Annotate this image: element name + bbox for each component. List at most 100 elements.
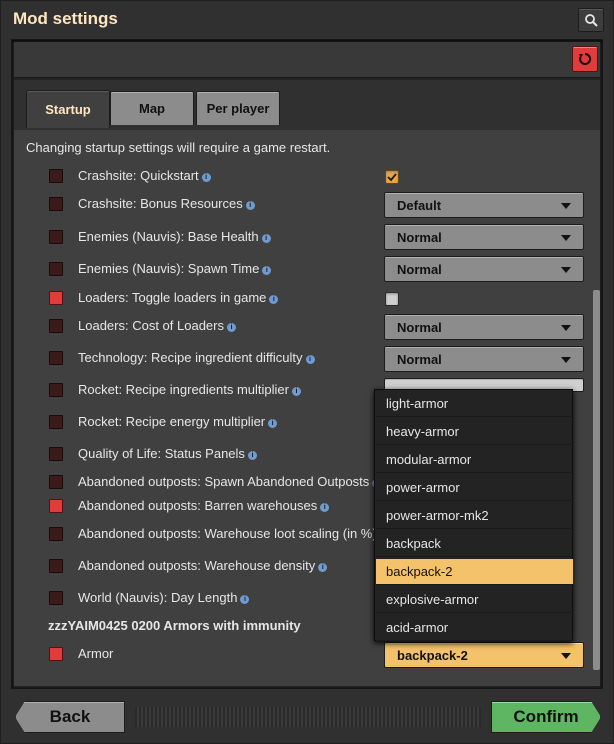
option-acid-armor[interactable]: acid-armor bbox=[376, 615, 573, 641]
mod-icon bbox=[49, 559, 63, 573]
info-icon: i bbox=[201, 173, 211, 182]
setting-label: Enemies (Nauvis): Spawn Time bbox=[78, 261, 260, 276]
dropdown-base-health[interactable]: Normal bbox=[384, 224, 584, 250]
mod-icon bbox=[49, 230, 63, 244]
info-icon: i bbox=[262, 266, 272, 275]
chevron-down-icon bbox=[561, 325, 571, 331]
mod-icon bbox=[49, 591, 63, 605]
tab-per-player[interactable]: Per player bbox=[196, 91, 280, 125]
reset-button[interactable] bbox=[572, 46, 598, 72]
option-power-armor-mk2[interactable]: power-armor-mk2 bbox=[376, 503, 573, 529]
chevron-down-icon bbox=[561, 357, 571, 363]
setting-row-armor: Armor backpack-2 bbox=[24, 640, 592, 668]
option-power-armor[interactable]: power-armor bbox=[376, 475, 573, 501]
option-heavy-armor[interactable]: heavy-armor bbox=[376, 419, 573, 445]
tab-strip: Startup Map Per player bbox=[14, 80, 600, 130]
mod-icon bbox=[49, 262, 63, 276]
dropdown-armor[interactable]: backpack-2 bbox=[384, 642, 584, 668]
dropdown-value: Default bbox=[397, 197, 442, 213]
tab-map[interactable]: Map bbox=[110, 91, 194, 125]
mod-icon bbox=[49, 197, 63, 211]
setting-row: Enemies (Nauvis): Base Health i Normal bbox=[24, 222, 592, 250]
option-light-armor[interactable]: light-armor bbox=[376, 391, 573, 417]
mod-icon bbox=[49, 169, 63, 183]
chevron-down-icon bbox=[561, 653, 571, 659]
dropdown-value: Normal bbox=[397, 319, 442, 335]
setting-label: Armor bbox=[78, 646, 114, 661]
checkbox-toggle-loaders[interactable] bbox=[385, 292, 399, 306]
setting-label: Crashsite: Quickstart bbox=[78, 168, 199, 183]
restart-notice: Changing startup settings will require a… bbox=[26, 140, 331, 155]
setting-label: Abandoned outposts: Barren warehouses bbox=[78, 498, 318, 513]
setting-label: Abandoned outposts: Spawn Abandoned Outp… bbox=[78, 474, 370, 489]
setting-row: Crashsite: Bonus Resources i Default bbox=[24, 190, 592, 218]
tab-startup[interactable]: Startup bbox=[26, 90, 110, 128]
option-backpack-2[interactable]: backpack-2 bbox=[376, 559, 573, 585]
info-icon: i bbox=[240, 595, 250, 604]
dropdown-value: Normal bbox=[397, 229, 442, 245]
search-button[interactable] bbox=[578, 8, 604, 32]
mod-icon bbox=[49, 647, 63, 661]
dropdown-options-list[interactable]: light-armor heavy-armor modular-armor po… bbox=[374, 389, 573, 641]
confirm-button[interactable]: Confirm bbox=[491, 701, 601, 733]
dropdown-recipe-difficulty[interactable]: Normal bbox=[384, 346, 584, 372]
info-icon: i bbox=[291, 387, 301, 396]
mod-icon bbox=[49, 475, 63, 489]
setting-row: Loaders: Cost of Loaders i Normal bbox=[24, 310, 592, 340]
setting-label: Loaders: Cost of Loaders bbox=[78, 318, 224, 333]
info-icon: i bbox=[247, 451, 257, 460]
info-icon: i bbox=[226, 323, 236, 332]
info-icon: i bbox=[318, 563, 328, 572]
info-icon: i bbox=[305, 355, 315, 364]
setting-label: Crashsite: Bonus Resources bbox=[78, 196, 243, 211]
setting-label: Rocket: Recipe ingredients multiplier bbox=[78, 382, 289, 397]
setting-row: Crashsite: Quickstart i bbox=[24, 162, 592, 190]
dropdown-value: Normal bbox=[397, 261, 442, 277]
chevron-down-icon bbox=[561, 235, 571, 241]
setting-label: Loaders: Toggle loaders in game bbox=[78, 290, 267, 305]
bottom-bar: Back Confirm bbox=[11, 699, 603, 735]
dropdown-value: backpack-2 bbox=[397, 647, 468, 663]
mod-icon bbox=[49, 351, 63, 365]
scrollbar-thumb[interactable] bbox=[593, 290, 600, 670]
mod-icon bbox=[49, 447, 63, 461]
option-explosive-armor[interactable]: explosive-armor bbox=[376, 587, 573, 613]
checkbox-quickstart[interactable] bbox=[385, 170, 399, 184]
back-button[interactable]: Back bbox=[15, 701, 125, 733]
titlebar[interactable]: Mod settings bbox=[1, 1, 613, 39]
setting-label: Technology: Recipe ingredient difficulty bbox=[78, 350, 303, 365]
info-icon: i bbox=[268, 419, 278, 428]
mod-icon bbox=[49, 383, 63, 397]
mod-icon bbox=[49, 415, 63, 429]
chevron-down-icon bbox=[561, 203, 571, 209]
setting-row: Loaders: Toggle loaders in game i bbox=[24, 284, 592, 312]
mod-icon bbox=[49, 291, 63, 305]
mod-icon bbox=[49, 499, 63, 513]
chevron-down-icon bbox=[561, 267, 571, 273]
setting-label: Rocket: Recipe energy multiplier bbox=[78, 414, 266, 429]
reset-icon bbox=[579, 52, 592, 65]
group-header: zzzYAIM0425 0200 Armors with immunity bbox=[48, 618, 301, 633]
dropdown-bonus-resources[interactable]: Default bbox=[384, 192, 584, 218]
setting-row: Technology: Recipe ingredient difficulty… bbox=[24, 342, 592, 372]
dropdown-cost-of-loaders[interactable]: Normal bbox=[384, 314, 584, 340]
setting-label: Abandoned outposts: Warehouse density bbox=[78, 558, 316, 573]
info-icon: i bbox=[261, 234, 271, 243]
info-icon: i bbox=[320, 503, 330, 512]
info-icon: i bbox=[245, 201, 255, 210]
setting-label: Abandoned outposts: Warehouse loot scali… bbox=[78, 526, 377, 541]
setting-label: Enemies (Nauvis): Base Health bbox=[78, 229, 259, 244]
dropdown-value: Normal bbox=[397, 351, 442, 367]
option-modular-armor[interactable]: modular-armor bbox=[376, 447, 573, 473]
window-title: Mod settings bbox=[13, 9, 118, 28]
option-backpack[interactable]: backpack bbox=[376, 531, 573, 557]
drag-handle[interactable] bbox=[135, 707, 481, 727]
setting-row: Enemies (Nauvis): Spawn Time i Normal bbox=[24, 254, 592, 282]
subheader bbox=[14, 42, 600, 78]
mod-settings-window: Mod settings Startup Map Per player Chan… bbox=[0, 0, 614, 744]
setting-label: Quality of Life: Status Panels bbox=[78, 446, 245, 461]
setting-label: World (Nauvis): Day Length bbox=[78, 590, 238, 605]
dropdown-spawn-time[interactable]: Normal bbox=[384, 256, 584, 282]
mod-icon bbox=[49, 319, 63, 333]
search-icon bbox=[585, 14, 598, 27]
